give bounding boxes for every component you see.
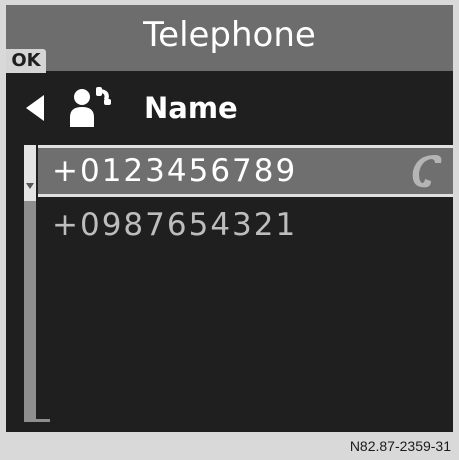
screen-title: Telephone	[143, 15, 316, 55]
telephone-screen: Telephone OK Name +0123456789 +098765432…	[6, 5, 453, 432]
figure-frame: Telephone OK Name +0123456789 +098765432…	[0, 0, 459, 460]
list-item[interactable]: +0987654321	[38, 199, 453, 253]
sort-toolbar: Name	[6, 81, 453, 135]
ok-button[interactable]: OK	[6, 49, 46, 73]
back-arrow-icon[interactable]	[26, 95, 44, 121]
handset-icon	[412, 155, 442, 188]
list-item-selected[interactable]: +0123456789	[38, 145, 453, 197]
scroll-down-indicator-icon	[26, 183, 34, 189]
sort-by-name-label[interactable]: Name	[144, 89, 238, 127]
phone-number: +0987654321	[52, 207, 298, 243]
contact-call-icon	[70, 87, 111, 127]
phone-number: +0123456789	[52, 153, 298, 189]
contact-number-list: +0123456789 +0987654321	[6, 145, 453, 432]
scrollbar-end-mark	[24, 419, 50, 422]
figure-reference-code: N82.87-2359-31	[349, 438, 451, 454]
header-bar: Telephone OK	[6, 5, 453, 73]
scrollbar-thumb[interactable]	[24, 145, 36, 201]
